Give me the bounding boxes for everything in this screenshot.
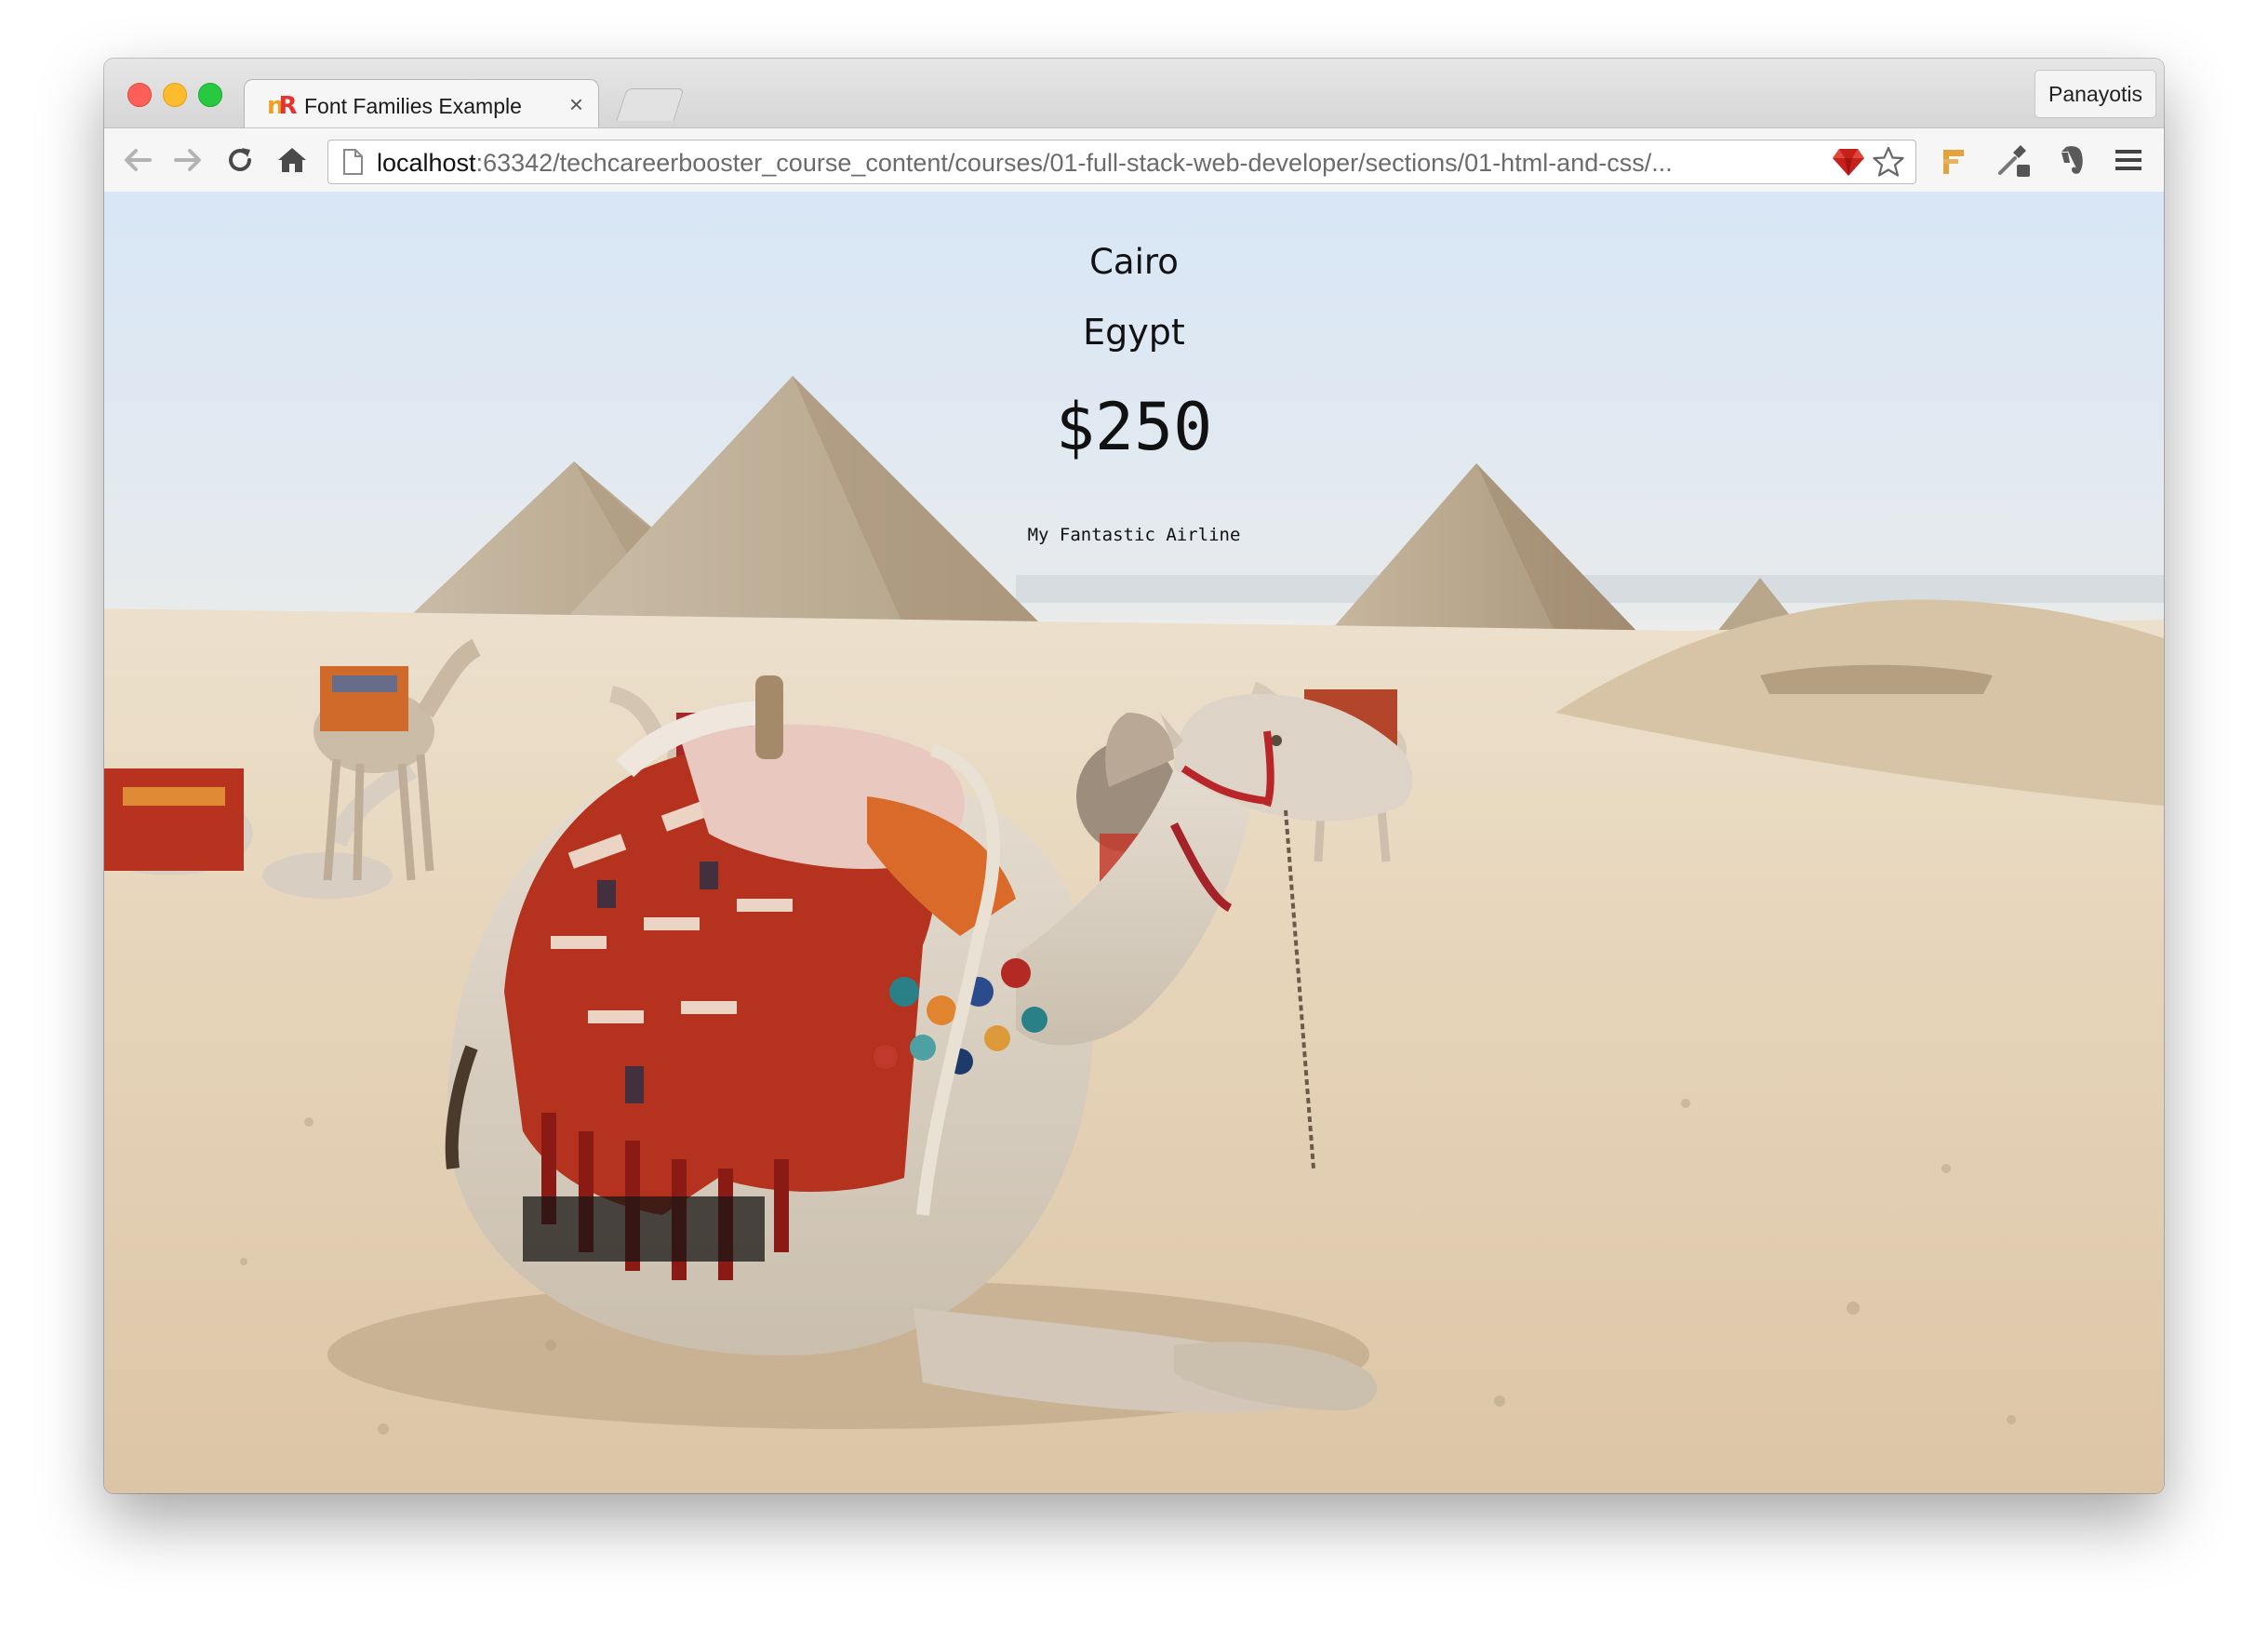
ruby-extension-icon[interactable] (1832, 147, 1865, 177)
background-photo (104, 192, 2164, 1493)
url-path: :63342/techcareerbooster_course_content/… (475, 149, 1673, 177)
forward-arrow-icon (174, 149, 201, 171)
home-icon (278, 148, 306, 172)
evernote-extension-button[interactable] (2054, 141, 2091, 179)
tab-close-icon[interactable]: × (569, 90, 583, 118)
evernote-elephant-icon (2061, 146, 2083, 174)
price-text: $250 (1055, 389, 1213, 465)
toolbar: localhost:63342/techcareerbooster_course… (104, 127, 2164, 193)
forward-button[interactable] (169, 141, 207, 179)
reload-button[interactable] (221, 141, 259, 179)
url-host: localhost (377, 149, 476, 177)
back-button[interactable] (119, 141, 156, 179)
bookmark-star-icon[interactable] (1873, 146, 1904, 178)
tab-title: Font Families Example (304, 94, 522, 118)
minimize-window-button[interactable] (163, 83, 187, 107)
reload-icon (229, 148, 251, 171)
chrome-menu-button[interactable] (2110, 141, 2147, 179)
tab-font-families-example[interactable]: nR Font Families Example × (244, 79, 599, 130)
intellij-favicon-icon: nR (267, 92, 298, 120)
close-window-button[interactable] (127, 83, 152, 107)
maximize-window-button[interactable] (198, 83, 222, 107)
sign-post-icon (1943, 150, 1964, 174)
city-heading: Cairo (1089, 242, 1179, 282)
home-button[interactable] (273, 141, 311, 179)
eyedropper-extension-button[interactable] (1995, 141, 2032, 179)
url-text[interactable]: localhost:63342/techcareerbooster_course… (377, 149, 1828, 178)
tab-strip: nR Font Families Example × Panayotis (104, 59, 2164, 130)
country-heading: Egypt (1083, 312, 1185, 353)
extension-tool-button[interactable] (1937, 141, 1974, 179)
page-icon (343, 149, 363, 175)
browser-window: nR Font Families Example × Panayotis loc… (104, 59, 2164, 1493)
new-tab-button[interactable] (616, 88, 685, 121)
profile-button[interactable]: Panayotis (2034, 70, 2156, 118)
page-viewport: Cairo Egypt $250 My Fantastic Airline (104, 192, 2164, 1493)
address-bar[interactable]: localhost:63342/techcareerbooster_course… (327, 140, 1916, 184)
hamburger-menu-icon (2115, 150, 2141, 170)
back-arrow-icon (125, 149, 152, 171)
airline-name: My Fantastic Airline (1027, 525, 1241, 545)
eyedropper-icon (1998, 145, 2030, 177)
